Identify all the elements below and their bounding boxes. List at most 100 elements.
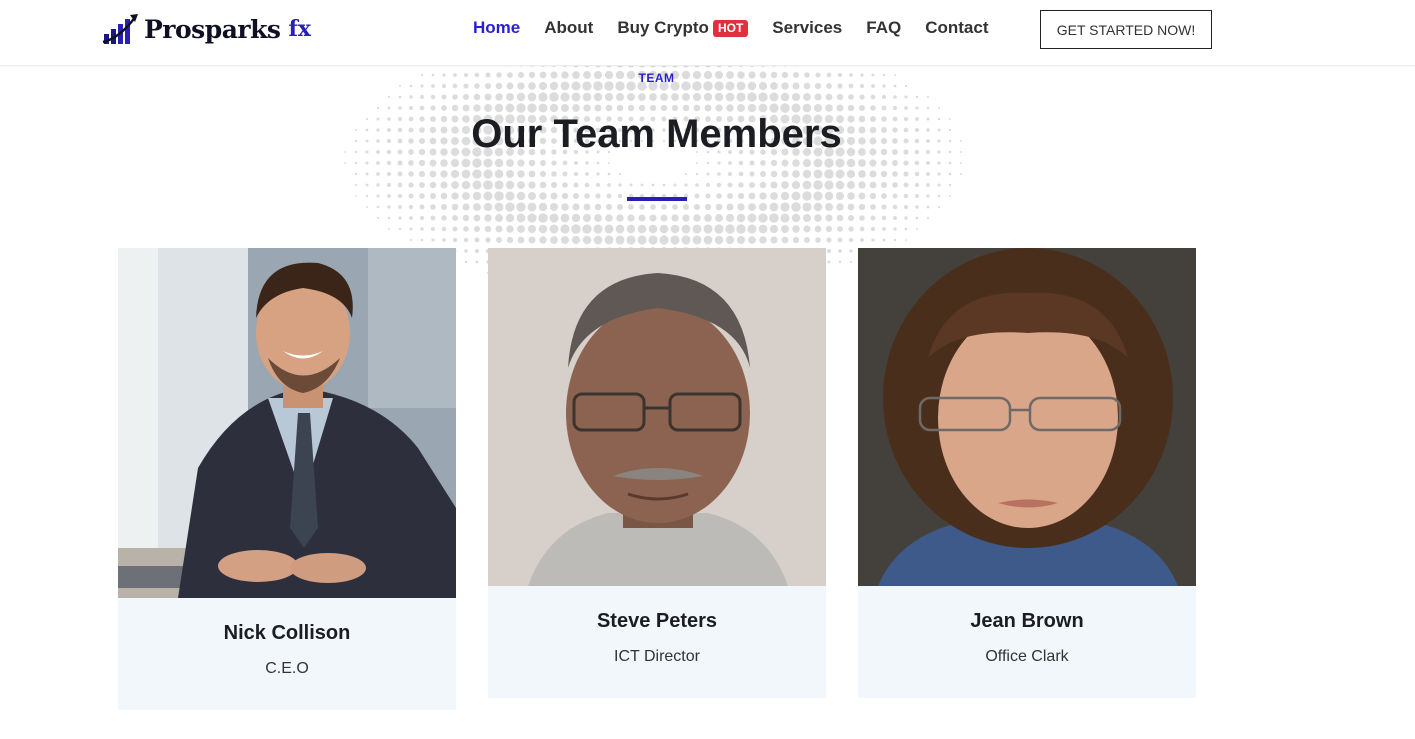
halftone-dot <box>759 192 767 200</box>
halftone-dot <box>420 227 424 231</box>
halftone-dot <box>582 224 592 234</box>
halftone-dot <box>803 93 811 101</box>
halftone-dot <box>571 224 581 234</box>
halftone-dot <box>893 95 897 99</box>
halftone-dot <box>824 191 834 201</box>
halftone-dot <box>726 203 734 211</box>
halftone-dot <box>397 171 403 177</box>
halftone-dot <box>409 84 413 88</box>
halftone-dot <box>780 213 790 223</box>
halftone-dot <box>780 92 790 102</box>
halftone-dot <box>938 107 940 109</box>
halftone-dot <box>582 213 592 223</box>
halftone-dot <box>770 192 778 200</box>
halftone-dot <box>696 162 698 164</box>
halftone-dot <box>585 172 589 176</box>
nav-item-home[interactable]: Home <box>473 18 520 38</box>
halftone-dot <box>484 93 492 101</box>
halftone-dot <box>441 94 447 100</box>
halftone-dot <box>704 214 712 222</box>
halftone-dot <box>791 191 801 201</box>
halftone-dot <box>594 104 602 112</box>
halftone-dot <box>893 216 897 220</box>
brand-logo[interactable]: Prosparks fx <box>102 12 311 46</box>
halftone-dot <box>836 214 844 222</box>
halftone-dot <box>915 227 919 231</box>
halftone-dot <box>365 183 369 187</box>
halftone-dot <box>915 194 919 198</box>
nav-item-contact[interactable]: Contact <box>925 18 988 38</box>
halftone-dot <box>408 204 414 210</box>
halftone-dot <box>560 213 570 223</box>
halftone-dot <box>869 170 877 178</box>
halftone-dot <box>649 214 657 222</box>
halftone-dot <box>538 224 548 234</box>
halftone-dot <box>716 182 722 188</box>
halftone-dot <box>737 104 745 112</box>
halftone-dot <box>616 214 624 222</box>
halftone-dot <box>429 170 437 178</box>
halftone-dot <box>736 224 746 234</box>
halftone-dot <box>344 162 346 164</box>
halftone-dot <box>628 204 634 210</box>
halftone-dot <box>737 192 745 200</box>
member-role: C.E.O <box>265 660 309 677</box>
halftone-dot <box>495 225 503 233</box>
get-started-button[interactable]: GET STARTED NOW! <box>1040 10 1212 49</box>
halftone-dot <box>594 203 602 211</box>
halftone-dot <box>538 213 548 223</box>
halftone-dot <box>627 104 635 112</box>
halftone-dot <box>562 182 568 188</box>
halftone-dot <box>926 216 930 220</box>
halftone-dot <box>539 236 547 244</box>
member-name: Steve Peters <box>596 610 718 632</box>
halftone-dot <box>540 160 546 166</box>
bar-chart-swoosh-icon <box>102 14 138 44</box>
halftone-dot <box>418 159 426 167</box>
halftone-dot <box>848 226 854 232</box>
halftone-dot <box>870 226 876 232</box>
halftone-dot <box>505 213 515 223</box>
halftone-dot <box>618 172 622 176</box>
halftone-dot <box>715 104 723 112</box>
halftone-dot <box>814 225 822 233</box>
halftone-dot <box>738 171 744 177</box>
halftone-dot <box>560 92 570 102</box>
halftone-dot <box>693 203 701 211</box>
halftone-dot <box>692 224 702 234</box>
halftone-dot <box>736 213 746 223</box>
halftone-dot <box>858 192 866 200</box>
halftone-dot <box>847 203 855 211</box>
halftone-dot <box>858 159 866 167</box>
halftone-dot <box>397 193 403 199</box>
halftone-dot <box>803 236 811 244</box>
halftone-dot <box>539 181 547 189</box>
halftone-dot <box>846 158 856 168</box>
member-name: Nick Collison <box>223 622 351 644</box>
halftone-dot <box>463 226 469 232</box>
halftone-dot <box>846 169 856 179</box>
halftone-dot <box>781 236 789 244</box>
halftone-dot <box>617 193 623 199</box>
halftone-dot <box>825 104 833 112</box>
halftone-dot <box>398 106 402 110</box>
nav-item-about[interactable]: About <box>544 18 593 38</box>
halftone-dot <box>670 224 680 234</box>
halftone-dot <box>607 183 611 187</box>
halftone-dot <box>409 95 413 99</box>
nav-item-faq[interactable]: FAQ <box>866 18 901 38</box>
halftone-dot <box>685 173 687 175</box>
halftone-dot <box>464 260 468 264</box>
halftone-dot <box>583 104 591 112</box>
halftone-dot <box>365 194 369 198</box>
halftone-dot <box>736 235 746 245</box>
halftone-dot <box>650 204 656 210</box>
halftone-dot <box>462 104 470 112</box>
halftone-dot <box>725 213 735 223</box>
nav-item-buy-crypto[interactable]: Buy Crypto HOT <box>617 18 749 38</box>
halftone-dot <box>571 213 581 223</box>
halftone-dot <box>770 170 778 178</box>
nav-item-services[interactable]: Services <box>772 18 842 38</box>
halftone-dot <box>528 170 536 178</box>
member-name: Jean Brown <box>970 610 1084 632</box>
